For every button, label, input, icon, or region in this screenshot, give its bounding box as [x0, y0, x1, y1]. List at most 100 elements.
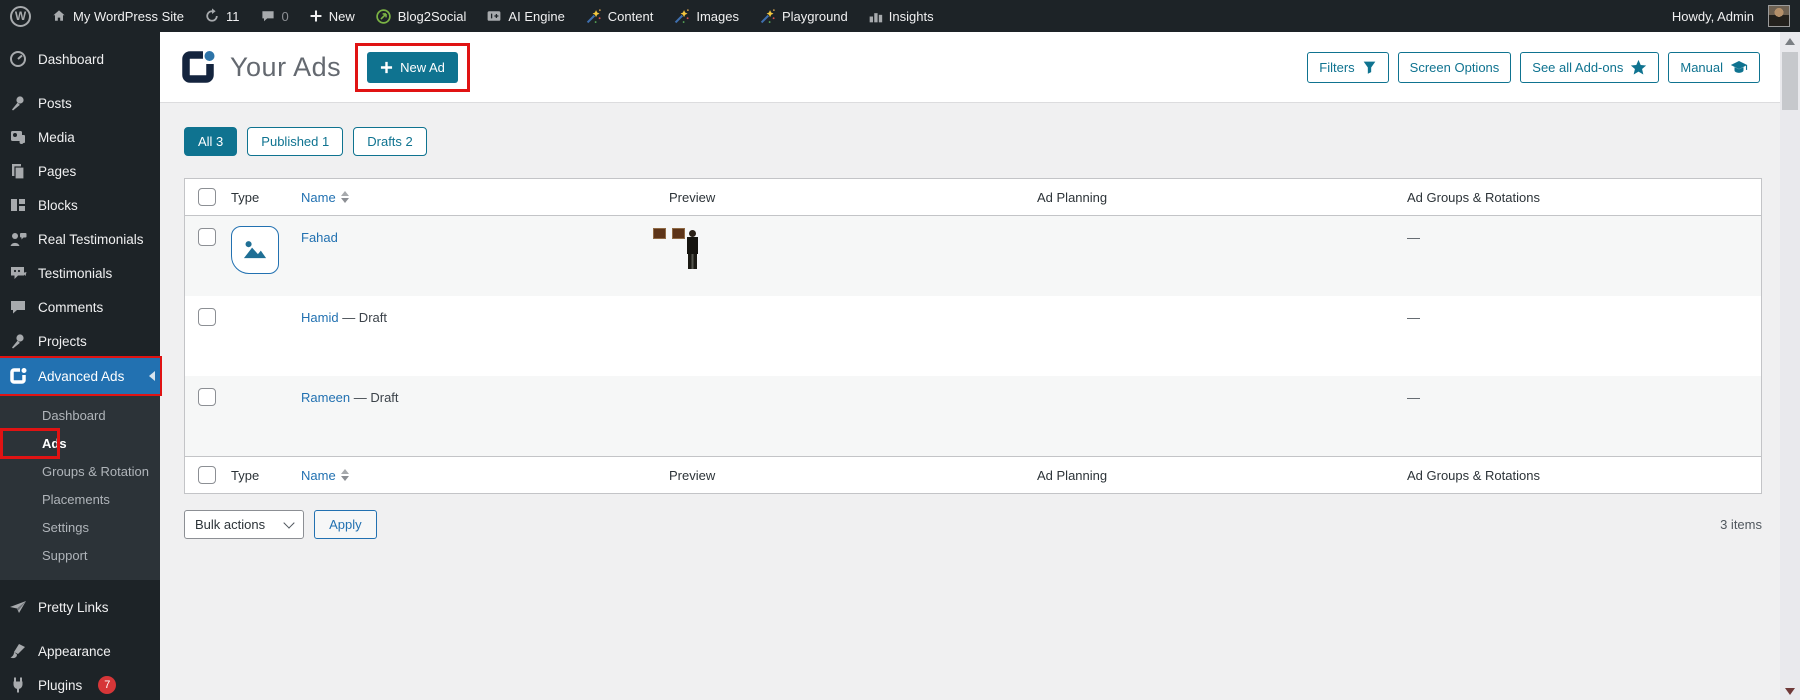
- main-content: Your Ads New Ad Filters Screen Options S…: [160, 32, 1780, 700]
- scrollbar-thumb[interactable]: [1782, 52, 1798, 110]
- ad-name-link[interactable]: Hamid: [301, 310, 339, 325]
- row-checkbox[interactable]: [198, 388, 216, 406]
- chevron-down-icon: [283, 516, 295, 529]
- sidebar-item-real-testimonials[interactable]: Real Testimonials: [0, 222, 160, 256]
- sidebar-item-advanced-ads[interactable]: Advanced Ads: [0, 358, 160, 394]
- ai-content-menu[interactable]: Content: [575, 0, 664, 32]
- sidebar-item-blocks[interactable]: Blocks: [0, 188, 160, 222]
- paper-plane-icon: [8, 598, 28, 616]
- star-icon: [1631, 59, 1647, 74]
- submenu-item-groups-rotation[interactable]: Groups & Rotation: [0, 458, 160, 486]
- select-all-checkbox[interactable]: [198, 466, 216, 484]
- sidebar-item-pretty-links[interactable]: Pretty Links: [0, 590, 160, 624]
- scroll-down-arrow[interactable]: [1785, 688, 1795, 695]
- column-name-sort[interactable]: Name: [301, 190, 349, 205]
- tab-drafts[interactable]: Drafts 2: [353, 127, 427, 156]
- select-all-checkbox[interactable]: [198, 188, 216, 206]
- column-type: Type: [231, 189, 260, 205]
- vertical-scrollbar: [1780, 32, 1800, 700]
- new-label: New: [328, 8, 355, 24]
- sidebar-item-pages[interactable]: Pages: [0, 154, 160, 188]
- advanced-ads-icon: [8, 367, 28, 385]
- sidebar-item-appearance[interactable]: Appearance: [0, 634, 160, 668]
- sidebar-label: Pretty Links: [38, 599, 109, 615]
- person-bubble-icon: [8, 230, 28, 248]
- ad-groups-cell: —: [1407, 390, 1420, 405]
- see-all-addons-button[interactable]: See all Add-ons: [1520, 51, 1660, 83]
- submenu-item-ads[interactable]: Ads: [0, 428, 160, 459]
- magic-wand-icon: [586, 8, 601, 23]
- ad-name-link[interactable]: Fahad: [301, 230, 338, 245]
- submenu-item-settings[interactable]: Settings: [0, 514, 160, 542]
- list-body: All 3 Published 1 Drafts 2 Type Name Pre…: [160, 103, 1780, 539]
- submenu-label: Support: [42, 548, 88, 563]
- sidebar-item-plugins[interactable]: Plugins 7: [0, 668, 160, 700]
- sidebar-item-projects[interactable]: Projects: [0, 324, 160, 358]
- pushpin-icon: [8, 332, 28, 350]
- ai-images-menu[interactable]: Images: [663, 0, 749, 32]
- column-type: Type: [231, 467, 260, 483]
- sidebar-item-dashboard[interactable]: Dashboard: [0, 42, 160, 76]
- table-row: Fahad —: [185, 216, 1761, 296]
- sidebar-label: Appearance: [38, 643, 111, 659]
- updates-link[interactable]: 11: [194, 0, 250, 32]
- magic-wand-icon: [675, 8, 690, 23]
- testimonial-bubble-icon: [8, 264, 28, 282]
- wordpress-menu[interactable]: [0, 0, 41, 32]
- blog2social-icon: [376, 8, 391, 24]
- filters-button[interactable]: Filters: [1307, 51, 1389, 83]
- pushpin-icon: [8, 94, 28, 112]
- site-name-link[interactable]: My WordPress Site: [41, 0, 194, 32]
- manual-button[interactable]: Manual: [1668, 51, 1760, 83]
- ad-groups-cell: —: [1407, 310, 1420, 325]
- manual-label: Manual: [1680, 59, 1723, 75]
- new-ad-button[interactable]: New Ad: [367, 51, 458, 83]
- new-ad-annotation-box: New Ad: [355, 42, 470, 92]
- paintbrush-icon: [8, 642, 28, 660]
- header-actions: Filters Screen Options See all Add-ons M…: [1307, 51, 1760, 83]
- new-content-menu[interactable]: New: [299, 0, 365, 32]
- wordpress-logo-icon: [10, 5, 31, 27]
- blog2social-menu[interactable]: Blog2Social: [365, 0, 477, 32]
- account-menu[interactable]: Howdy, Admin: [1662, 5, 1800, 27]
- submenu-item-dashboard[interactable]: Dashboard: [0, 402, 160, 430]
- plus-icon: [310, 10, 322, 22]
- menu-separator: [0, 624, 160, 634]
- apply-button[interactable]: Apply: [314, 510, 377, 539]
- updates-count: 11: [226, 8, 240, 24]
- tab-all[interactable]: All 3: [184, 127, 238, 156]
- submenu-label: Placements: [42, 492, 110, 507]
- row-checkbox[interactable]: [198, 308, 216, 326]
- screen-options-button[interactable]: Screen Options: [1397, 51, 1512, 83]
- sort-arrows-icon: [340, 191, 349, 203]
- tab-published[interactable]: Published 1: [247, 127, 344, 156]
- comment-bubble-icon: [261, 11, 274, 22]
- plugins-update-badge: 7: [98, 676, 117, 694]
- admin-sidebar: Dashboard Posts Media Pages Blocks Real …: [0, 32, 162, 700]
- insights-menu[interactable]: Insights: [858, 0, 944, 32]
- sidebar-item-posts[interactable]: Posts: [0, 86, 160, 120]
- ai-content-label: Content: [607, 8, 654, 24]
- submenu-item-support[interactable]: Support: [0, 542, 160, 570]
- sidebar-item-comments[interactable]: Comments: [0, 290, 160, 324]
- column-name-sort[interactable]: Name: [301, 468, 349, 483]
- sidebar-label: Projects: [38, 333, 87, 349]
- sidebar-item-media[interactable]: Media: [0, 120, 160, 154]
- sidebar-item-testimonials[interactable]: Testimonials: [0, 256, 160, 290]
- bulk-actions-bar: Bulk actions Apply 3 items: [184, 510, 1762, 539]
- insights-label: Insights: [888, 8, 934, 24]
- column-ad-groups: Ad Groups & Rotations: [1407, 189, 1540, 205]
- submenu-label: Dashboard: [42, 408, 106, 423]
- sidebar-label: Advanced Ads: [38, 368, 125, 384]
- ai-engine-menu[interactable]: AI Engine: [476, 0, 574, 32]
- advanced-ads-annotation-box: Advanced Ads: [0, 356, 162, 396]
- comments-link[interactable]: 0: [250, 0, 299, 32]
- submenu-item-placements[interactable]: Placements: [0, 486, 160, 514]
- bulk-actions-select[interactable]: Bulk actions: [184, 510, 305, 539]
- ad-name-link[interactable]: Rameen: [301, 390, 350, 405]
- site-name: My WordPress Site: [73, 8, 185, 24]
- ai-playground-menu[interactable]: Playground: [749, 0, 858, 32]
- ads-table: Type Name Preview Ad Planning Ad Groups …: [184, 178, 1762, 494]
- row-checkbox[interactable]: [198, 228, 216, 246]
- scroll-up-arrow[interactable]: [1785, 38, 1795, 45]
